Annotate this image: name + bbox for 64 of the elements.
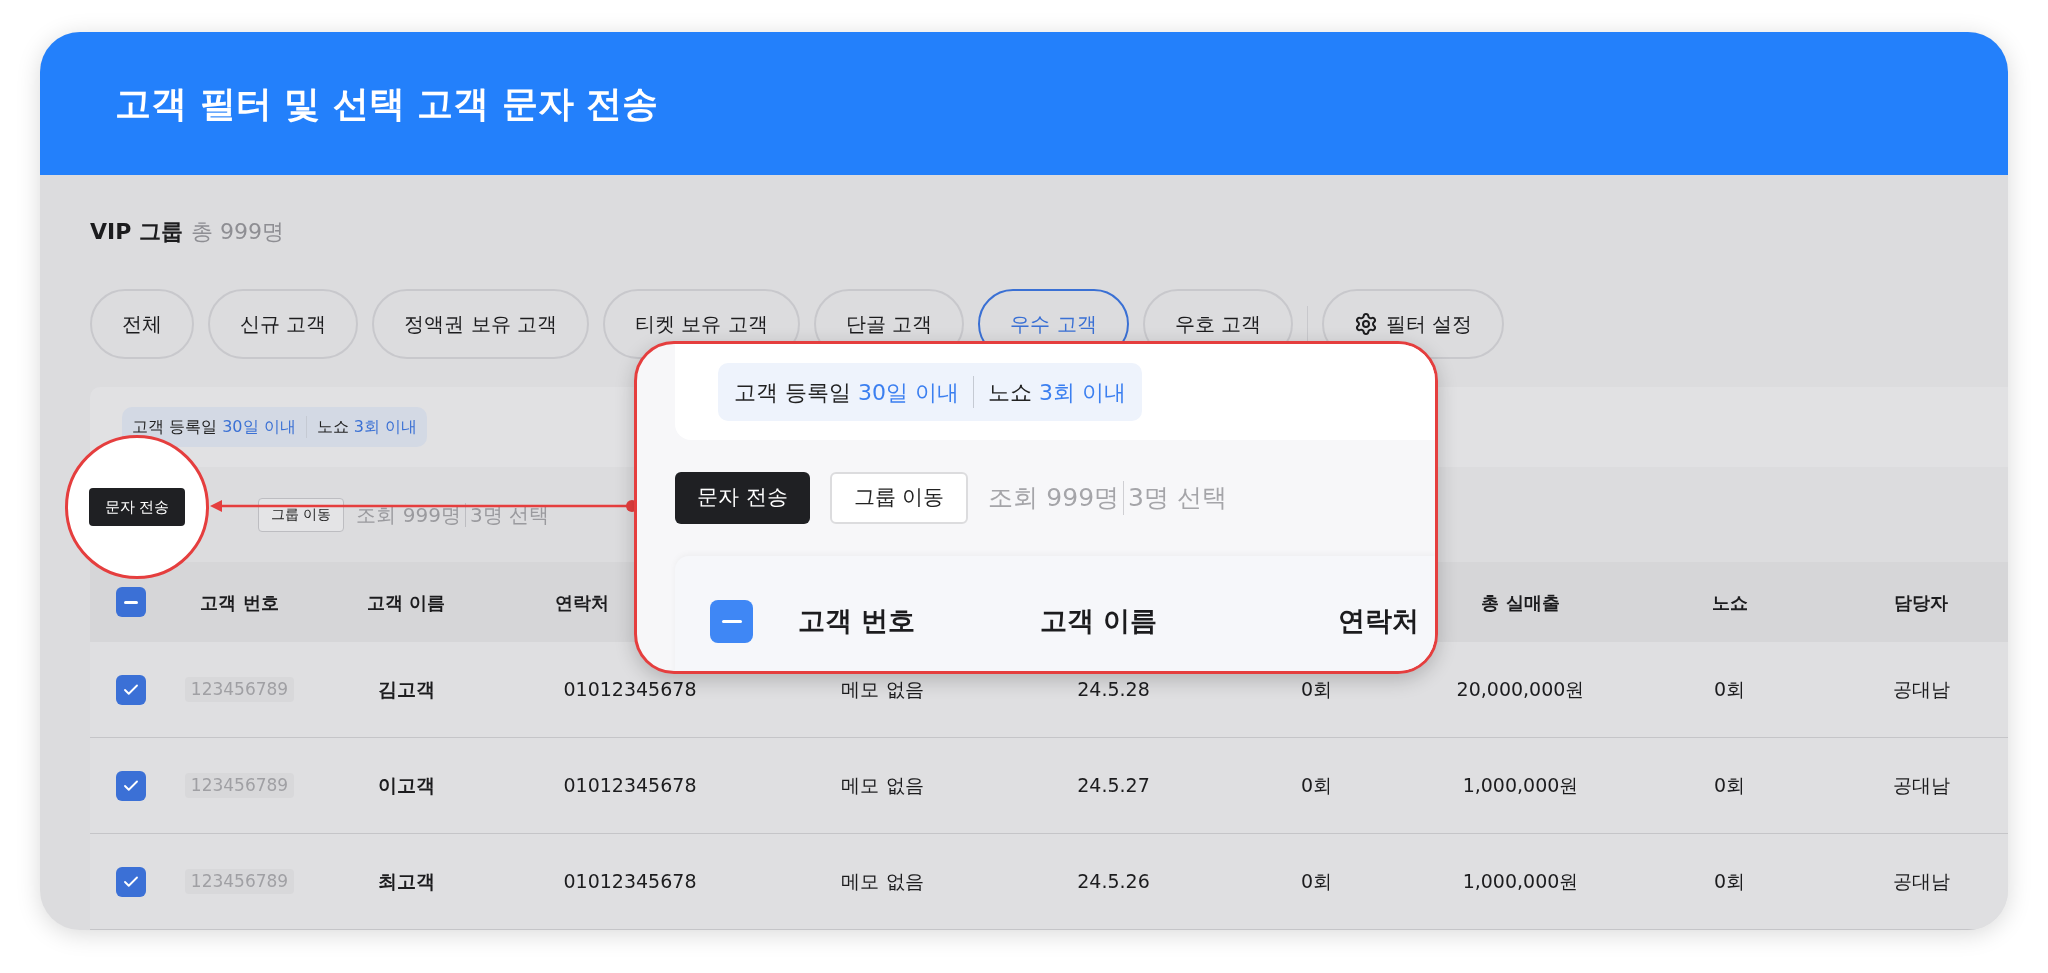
- table-cell-text: 01012345678: [563, 773, 697, 799]
- filter-condition: 노쇼 3회 이내: [316, 416, 417, 438]
- table-cell-text: 1,000,000원: [1462, 869, 1579, 895]
- checkbox[interactable]: [116, 587, 146, 617]
- page-title: 고객 필터 및 선택 고객 문자 전송: [115, 81, 659, 126]
- table-cell-text: 24.5.27: [1077, 773, 1150, 799]
- column-header: 고객 번호: [798, 603, 917, 638]
- filter-condition: 고객 등록일 30일 이내: [132, 416, 296, 438]
- table-cell-text: 메모 없음: [841, 869, 924, 895]
- table-cell-text: 공대남: [1892, 773, 1950, 799]
- table-cell-text: 24.5.26: [1077, 869, 1150, 895]
- table-row[interactable]: 123456789 이고객 01012345678 메모 없음 24.5.27 0회 1,000,000원 0회 공대남: [90, 738, 2008, 834]
- table-cell: 123456789: [184, 772, 295, 799]
- table-cell-text: 1,000,000원: [1462, 773, 1579, 799]
- column-header: 연락처: [555, 590, 609, 615]
- checkbox[interactable]: [116, 866, 146, 897]
- table-cell-text: 공대남: [1892, 869, 1950, 895]
- checkbox[interactable]: [710, 599, 753, 643]
- selected-count: 3명 선택: [470, 501, 550, 529]
- table-row[interactable]: 123456789 최고객 01012345678 메모 없음 24.5.26 0회 1,000,000원 0회 공대남: [90, 834, 2008, 930]
- table-cell: 123456789: [184, 676, 295, 703]
- column-header: 노쇼: [1711, 590, 1748, 615]
- table-cell-text: 0회: [1713, 677, 1746, 703]
- result-count: 조회 999명: [988, 482, 1120, 515]
- table-cell-text: 공대남: [1892, 677, 1950, 703]
- table-cell-text: 0회: [1300, 773, 1333, 799]
- column-header: 총 실매출: [1481, 590, 1560, 615]
- column-header: 고객 번호: [200, 590, 279, 615]
- minus-icon: [124, 600, 138, 604]
- table-cell: 123456789: [184, 868, 295, 895]
- column-header: 고객 이름: [1040, 603, 1159, 638]
- table-cell-text: 0회: [1713, 869, 1746, 895]
- table-cell-text: 메모 없음: [841, 773, 924, 799]
- filter-chip[interactable]: 전체: [90, 289, 194, 359]
- table-cell-text: 0회: [1300, 677, 1333, 703]
- table-cell-text: 0회: [1300, 869, 1333, 895]
- table-cell-text: 최고객: [377, 869, 435, 895]
- settings-icon: [1353, 312, 1378, 336]
- group-move-button[interactable]: 그룹 이동: [258, 497, 345, 532]
- group-total: 총 999명: [191, 218, 284, 246]
- column-header: 담당자: [1894, 590, 1948, 615]
- send-message-button[interactable]: 문자 전송: [675, 472, 810, 524]
- result-count: 조회 999명: [356, 501, 461, 529]
- column-header: 고객 이름: [366, 590, 446, 615]
- checkbox[interactable]: [116, 770, 146, 801]
- table-cell-text: 24.5.28: [1077, 677, 1150, 703]
- send-message-button[interactable]: 문자 전송: [88, 488, 186, 526]
- filter-chip[interactable]: 신규 고객: [208, 289, 359, 359]
- table-cell-text: 20,000,000원: [1456, 677, 1585, 703]
- table-cell-text: 이고객: [377, 773, 435, 799]
- filter-condition: 노쇼 3회 이내: [988, 378, 1126, 407]
- selected-count: 3명 선택: [1128, 482, 1227, 515]
- table-cell-text: 0회: [1713, 773, 1746, 799]
- table-cell-text: 01012345678: [563, 869, 697, 895]
- table-cell-text: 김고객: [377, 677, 435, 703]
- minus-icon: [721, 619, 742, 623]
- filter-chip[interactable]: 정액권 보유 고객: [372, 289, 590, 359]
- group-name: VIP 그룹: [90, 218, 183, 246]
- table-cell-text: 메모 없음: [841, 677, 924, 703]
- filter-condition: 고객 등록일 30일 이내: [734, 378, 959, 407]
- table-cell-text: 01012345678: [563, 677, 697, 703]
- checkbox[interactable]: [116, 674, 146, 705]
- group-move-button[interactable]: 그룹 이동: [829, 472, 969, 524]
- column-header: 연락처: [1338, 603, 1419, 638]
